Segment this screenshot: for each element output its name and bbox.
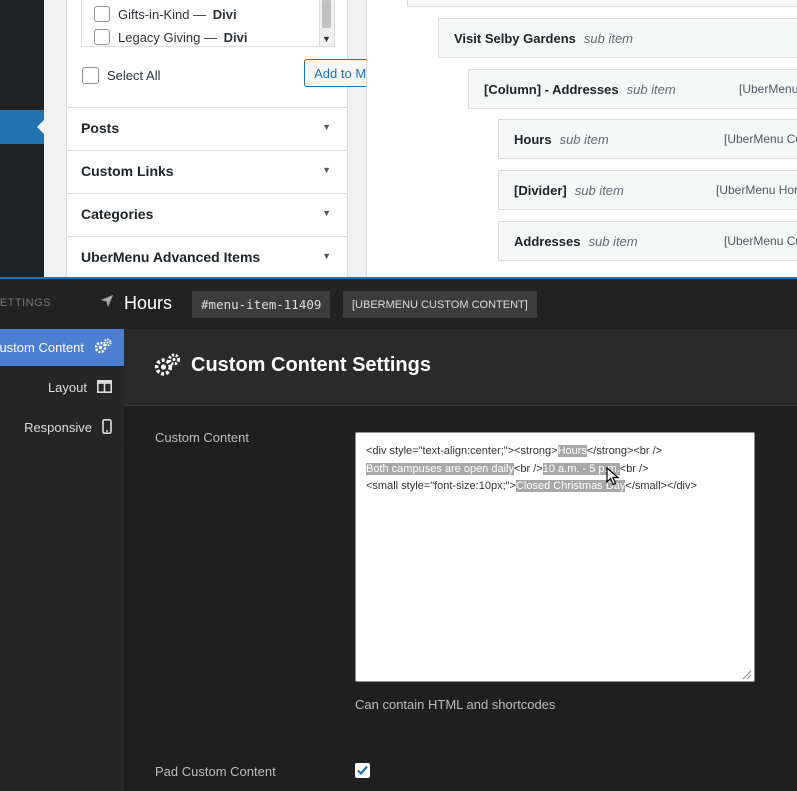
menu-item[interactable] — [407, 0, 797, 7]
select-all-checkbox[interactable] — [82, 66, 99, 84]
checklist-item-suffix: Divi — [212, 6, 237, 22]
scroll-down-icon[interactable]: ▼ — [322, 34, 331, 44]
tab-label: Custom Content — [0, 340, 84, 355]
accordion-custom-links[interactable]: Custom Links ▼ — [67, 150, 347, 192]
gears-icon — [94, 338, 112, 357]
select-all[interactable]: Select All — [82, 66, 160, 84]
panel-title: Custom Content Settings — [191, 354, 431, 376]
code-text: </strong><br /> — [586, 445, 663, 457]
checklist-item-label: Legacy Giving — [118, 29, 201, 45]
settings-tabs: Custom Content Layout Responsive — [0, 329, 132, 791]
accordion-title: Categories — [81, 206, 154, 222]
resize-handle-icon[interactable] — [742, 669, 752, 680]
menu-item-kind: [UberMenu — [739, 82, 797, 96]
ubermenu-item-settings: SETTINGS Hours #menu-item-11409 [UBERMEN… — [0, 277, 797, 791]
custom-content-label: Custom Content — [155, 430, 249, 445]
columns-icon — [97, 379, 112, 396]
menu-item-column-addresses[interactable]: [Column] - Addresses sub item [UberMenu — [468, 69, 797, 109]
settings-label: SETTINGS — [0, 297, 52, 309]
settings-header: SETTINGS Hours #menu-item-11409 [UBERMEN… — [0, 279, 797, 329]
checklist-scrollbar[interactable]: ▼ — [319, 0, 334, 46]
menu-item-title: Hours — [124, 293, 173, 313]
menu-item-kind: [UberMenu Cu — [724, 132, 797, 146]
code-text: <br /> — [619, 462, 649, 475]
custom-content-textarea[interactable]: <div style="text-align:center;"><strong>… — [355, 432, 755, 682]
code-text: <small style="font-size:10px;"> — [366, 480, 516, 492]
panel-header: Custom Content Settings — [124, 329, 797, 406]
checklist-item[interactable]: Legacy Giving — Divi — [94, 27, 248, 46]
accordion-ubermenu-advanced-items[interactable]: UberMenu Advanced Items ▼ — [67, 236, 347, 278]
menu-item-divider[interactable]: [Divider] sub item [UberMenu Hori — [498, 170, 797, 210]
checkmark-icon — [357, 765, 368, 776]
scrollbar-thumb[interactable] — [322, 0, 331, 28]
tab-custom-content[interactable]: Custom Content — [0, 329, 132, 367]
checklist-item[interactable]: Gifts-in-Kind — Divi — [94, 4, 237, 24]
menu-item-id-badge: #menu-item-11409 — [192, 291, 331, 318]
checklist-item-suffix: Divi — [223, 29, 248, 45]
mobile-icon — [102, 418, 112, 437]
pages-checklist: Gifts-in-Kind — Divi Legacy Giving — Div… — [81, 0, 335, 47]
menu-item-type: sub item — [626, 81, 676, 97]
tab-responsive[interactable]: Responsive — [0, 409, 124, 447]
custom-content-hint: Can contain HTML and shortcodes — [355, 697, 556, 712]
pad-custom-content-label: Pad Custom Content — [155, 764, 276, 779]
selected-text: Hours — [557, 445, 587, 457]
menu-item-kind: [UberMenu Hori — [716, 183, 797, 197]
menu-structure: Visit Selby Gardens sub item I [Column] … — [366, 0, 797, 277]
menu-item-type: sub item — [574, 182, 624, 198]
tab-label: Layout — [47, 380, 87, 395]
code-text: </small></div> — [625, 480, 697, 492]
wp-admin-menu: ar ws — [0, 0, 45, 277]
menu-item-title: Addresses — [514, 233, 581, 249]
settings-panel: Custom Content Settings Custom Content <… — [124, 329, 797, 791]
gears-icon — [154, 353, 181, 382]
code-text: <div style="text-align:center;"><strong> — [366, 445, 558, 457]
menu-item-hours[interactable]: Hours sub item [UberMenu Cu — [498, 119, 797, 159]
menu-item-type: sub item — [583, 30, 634, 46]
mouse-cursor-icon — [606, 466, 620, 492]
checkbox[interactable] — [94, 29, 110, 45]
menu-item-type: sub item — [588, 233, 638, 249]
menu-item-addresses[interactable]: Addresses sub item [UberMenu Cu — [498, 221, 797, 261]
location-arrow-icon — [100, 294, 114, 312]
accordion-categories[interactable]: Categories ▼ — [67, 193, 347, 235]
menu-item-title: Hours — [514, 131, 552, 147]
checkbox[interactable] — [94, 6, 110, 22]
menu-item-title: Visit Selby Gardens — [454, 30, 576, 46]
menu-item-type-badge: [UBERMENU CUSTOM CONTENT] — [343, 291, 537, 318]
accordion-posts[interactable]: Posts ▼ — [67, 107, 347, 149]
caret-down-icon: ▼ — [322, 251, 331, 261]
caret-down-icon: ▼ — [322, 165, 331, 175]
select-all-label: Select All — [107, 67, 161, 83]
accordion-title: Custom Links — [81, 163, 174, 179]
caret-down-icon: ▼ — [322, 208, 331, 218]
accordion-title: UberMenu Advanced Items — [81, 249, 261, 265]
selected-text: Both campuses are open daily — [366, 462, 514, 475]
checklist-item-label: Gifts-in-Kind — [118, 6, 190, 22]
menu-item-title: [Divider] — [514, 182, 567, 198]
pad-custom-content-checkbox[interactable] — [355, 763, 370, 778]
menu-item-title: [Column] - Addresses — [484, 81, 619, 97]
caret-down-icon: ▼ — [322, 122, 331, 132]
tab-label: Responsive — [24, 420, 92, 435]
add-menu-items-panel: Gifts-in-Kind — Divi Legacy Giving — Div… — [66, 0, 398, 278]
menu-item-kind: [UberMenu Cu — [724, 234, 797, 248]
accordion-title: Posts — [81, 120, 120, 136]
code-text: <br /> — [513, 462, 543, 475]
admin-menu-current-item[interactable] — [0, 110, 45, 144]
menu-item-visit-selby-gardens[interactable]: Visit Selby Gardens sub item I — [438, 18, 797, 58]
tab-layout[interactable]: Layout — [0, 369, 124, 407]
menu-item-type: sub item — [559, 131, 609, 147]
